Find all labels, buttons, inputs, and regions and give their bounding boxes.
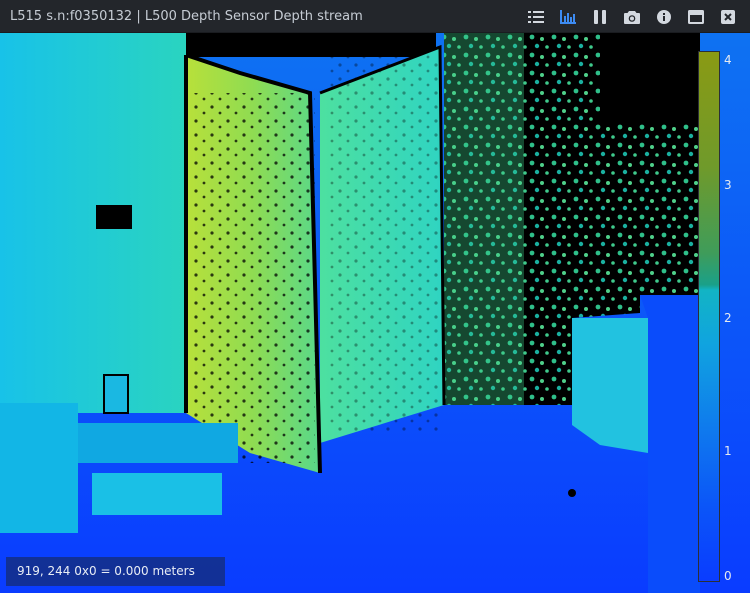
depth-color-scale xyxy=(698,51,720,582)
stream-title: L515 s.n:f0350132 | L500 Depth Sensor De… xyxy=(10,9,363,24)
maximize-window-icon xyxy=(688,10,704,24)
metrics-chart-icon xyxy=(560,10,576,24)
scale-tick-label: 0 xyxy=(724,569,732,583)
depth-stream-window: L515 s.n:f0350132 | L500 Depth Sensor De… xyxy=(0,0,750,593)
pixel-depth-readout: 919, 244 0x0 = 0.000 meters xyxy=(6,557,225,586)
scale-tick-label: 4 xyxy=(724,53,732,67)
stream-info-list-button[interactable] xyxy=(524,6,548,28)
snapshot-button[interactable] xyxy=(620,6,644,28)
metrics-chart-button[interactable] xyxy=(556,6,580,28)
scale-tick-label: 3 xyxy=(724,178,732,192)
pause-button[interactable] xyxy=(588,6,612,28)
scale-tick-label: 2 xyxy=(724,311,732,325)
pause-icon xyxy=(594,10,606,24)
info-icon xyxy=(657,10,671,24)
info-button[interactable] xyxy=(652,6,676,28)
stream-info-list-icon xyxy=(528,11,544,23)
stream-titlebar: L515 s.n:f0350132 | L500 Depth Sensor De… xyxy=(0,0,750,33)
close-button[interactable] xyxy=(716,6,740,28)
depth-image xyxy=(0,33,750,593)
stream-toolbar xyxy=(524,6,740,28)
camera-snapshot-icon xyxy=(624,11,640,24)
close-icon xyxy=(721,10,735,24)
depth-frame-viewport[interactable]: 4 3 2 1 0 919, 244 0x0 = 0.000 meters xyxy=(0,33,750,593)
maximize-button[interactable] xyxy=(684,6,708,28)
scale-tick-label: 1 xyxy=(724,444,732,458)
